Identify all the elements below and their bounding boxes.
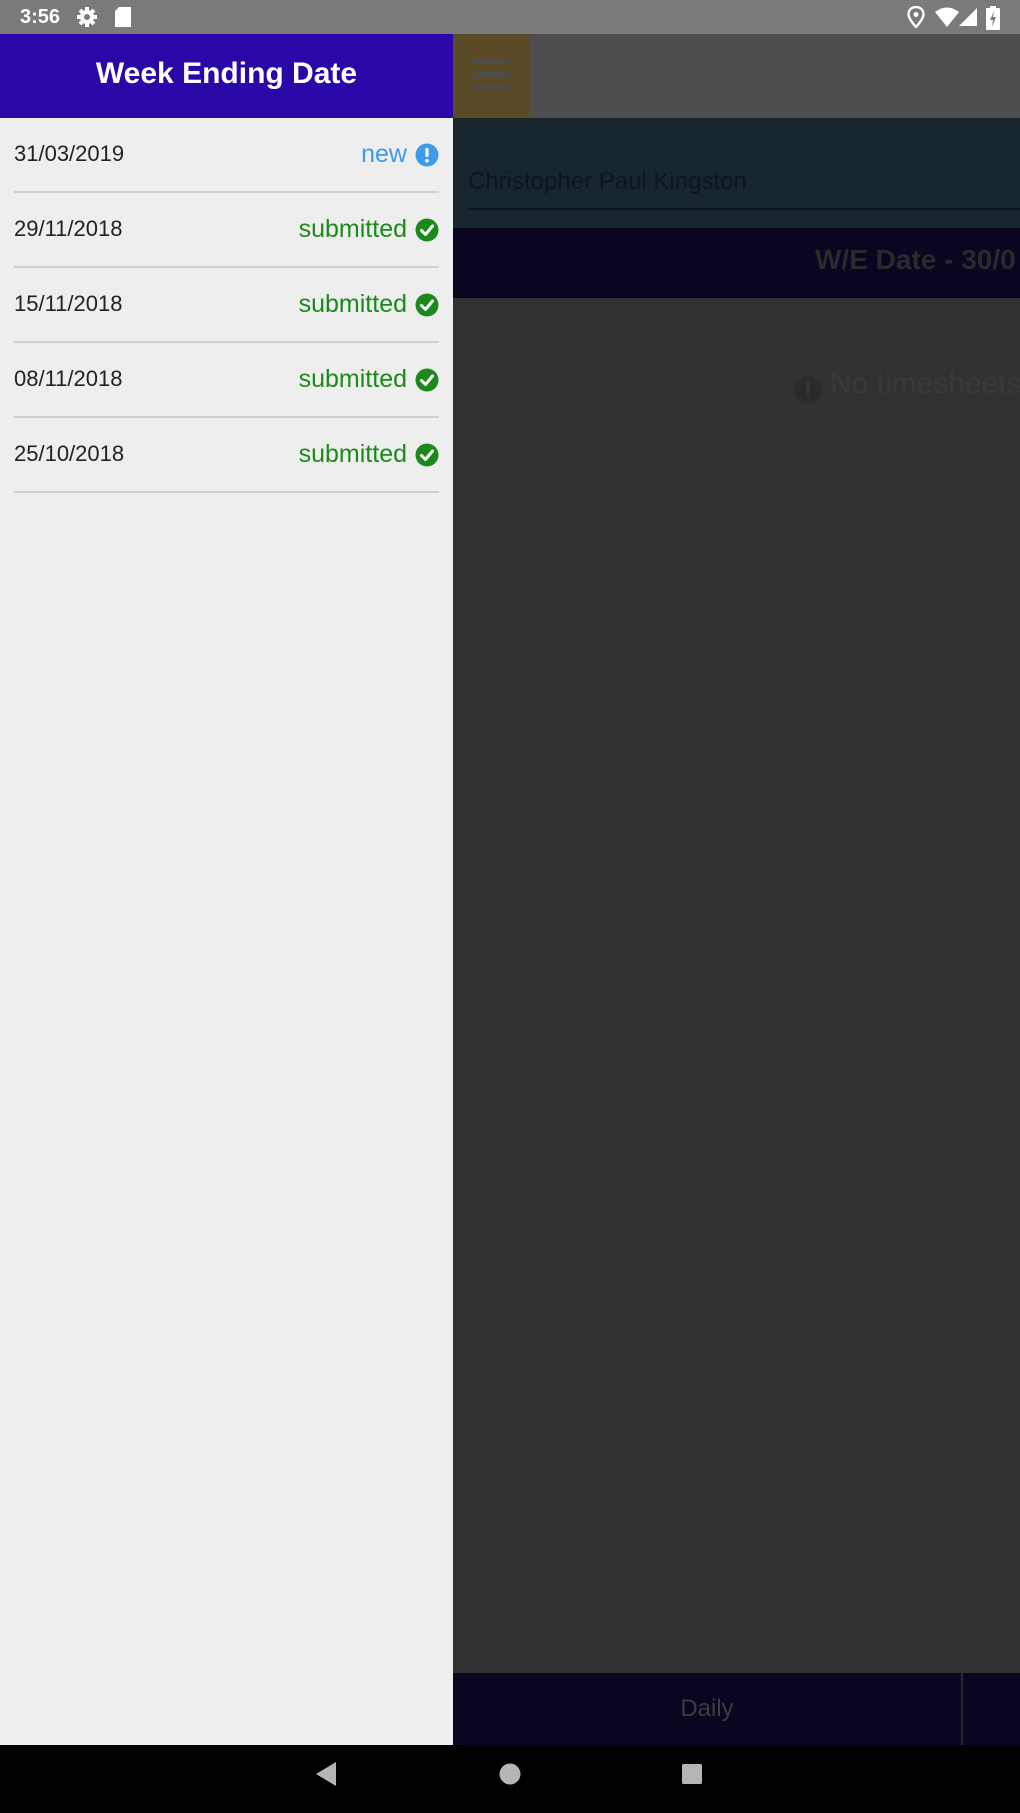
sd-card-icon [115,7,131,27]
status-bar: 3:56 [0,0,1020,34]
signal-icon [959,8,977,26]
menu-button[interactable] [453,34,530,118]
navigation-bar [0,1745,1020,1813]
status-label: new [361,140,407,168]
we-date-label: W/E Date - 30/0 [815,244,1016,275]
check-circle-icon [415,443,439,466]
empty-message-text: No timesheets [830,367,1020,400]
week-list: 31/03/2019 new 29/11/2018 submitted 15/1… [14,118,439,493]
week-date: 31/03/2019 [14,141,125,166]
battery-charging-icon [986,6,1000,30]
status-badge: submitted [299,290,439,319]
week-date: 25/10/2018 [14,441,125,466]
info-circle-icon [415,143,439,166]
gear-icon [77,7,97,27]
home-icon[interactable] [498,1761,522,1787]
list-item[interactable]: 25/10/2018 submitted [14,418,439,493]
check-circle-icon [415,293,439,316]
list-item[interactable]: 29/11/2018 submitted [14,193,439,268]
hamburger-icon-line [473,72,509,77]
wifi-icon [935,7,959,27]
recents-icon[interactable] [680,1761,704,1787]
employee-name-underline [468,208,1020,210]
check-circle-icon [415,368,439,391]
status-label: submitted [298,215,407,243]
status-label: submitted [298,365,407,393]
tab-daily[interactable]: Daily [453,1673,963,1745]
back-icon[interactable] [314,1761,338,1787]
status-badge: submitted [299,365,439,394]
info-circle-icon: ! [794,376,822,404]
drawer-title: Week Ending Date [95,57,358,90]
drawer-header: Week Ending Date [0,34,453,118]
week-date: 15/11/2018 [14,291,123,316]
status-label: submitted [298,290,407,318]
hamburger-icon [473,59,509,64]
status-badge: submitted [299,440,439,469]
status-badge: submitted [299,215,439,244]
list-item[interactable]: 15/11/2018 submitted [14,268,439,343]
list-item[interactable]: 08/11/2018 submitted [14,343,439,418]
employee-name[interactable]: Christopher Paul Kingston [468,168,747,196]
week-date: 08/11/2018 [14,366,123,391]
check-circle-icon [415,218,439,241]
navigation-drawer: Week Ending Date 31/03/2019 new 29/11/20… [0,34,453,1745]
list-item[interactable]: 31/03/2019 new [14,118,439,193]
status-label: submitted [298,440,407,468]
hamburger-icon-line [473,85,509,90]
location-icon [907,6,925,28]
week-date: 29/11/2018 [14,216,123,241]
empty-message: ! No timesheets [794,367,1020,404]
status-badge: new [361,140,439,169]
status-time: 3:56 [20,6,61,28]
